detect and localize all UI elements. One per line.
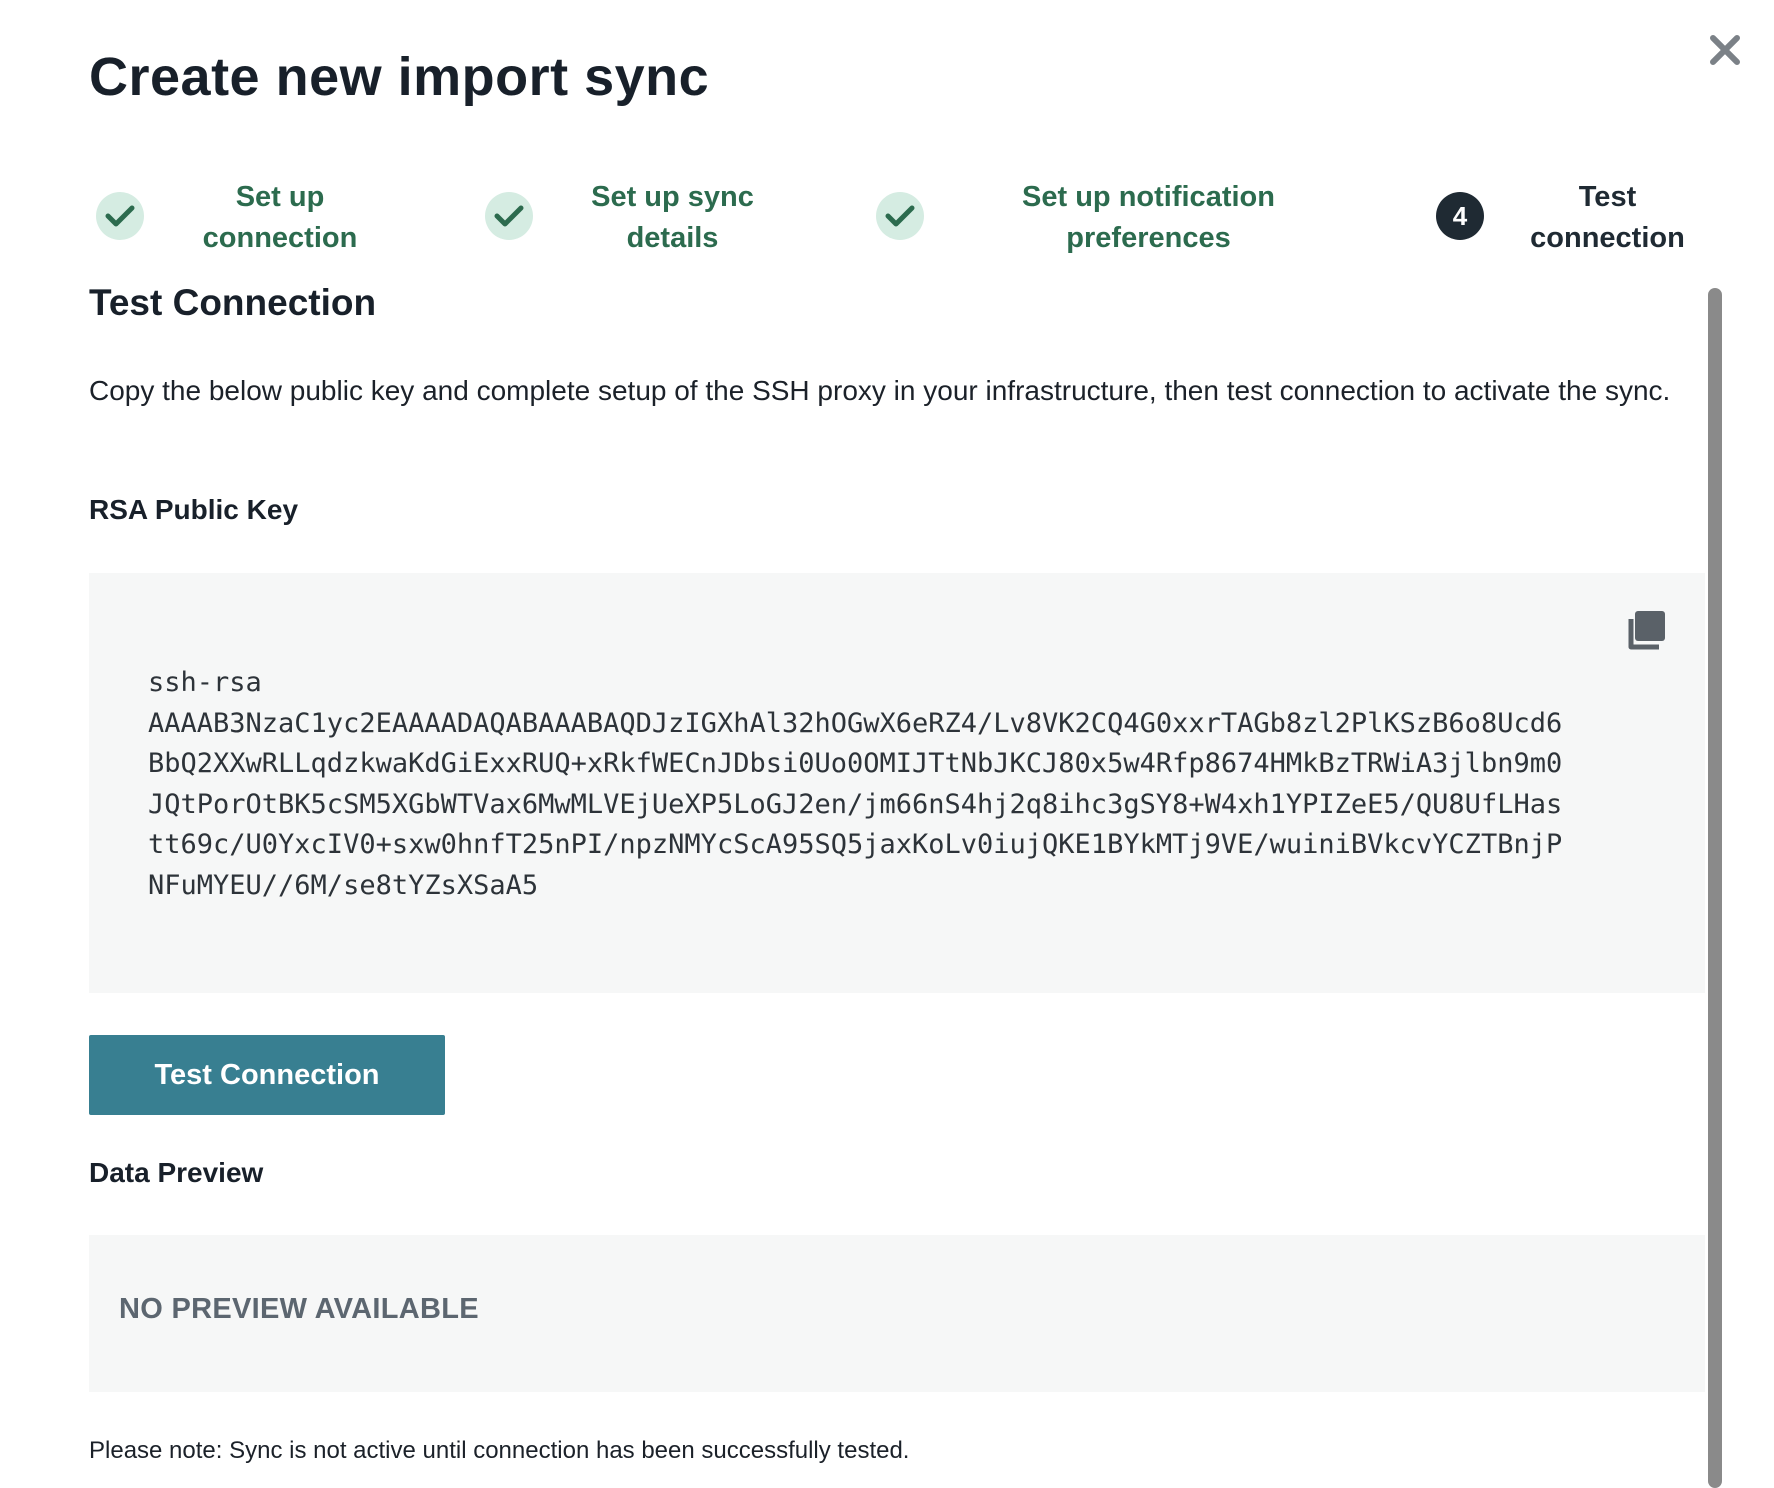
check-icon	[876, 192, 924, 240]
step-label: Set up connection	[202, 181, 358, 254]
rsa-key-label: RSA Public Key	[89, 494, 299, 525]
sync-note: Please note: Sync is not active until co…	[89, 1437, 910, 1464]
data-preview-label: Data Preview	[89, 1157, 264, 1188]
rsa-key-panel: ssh-rsa AAAAB3NzaC1yc2EAAAADAQABAAABAQDJ…	[89, 573, 1705, 993]
test-connection-button[interactable]: Test Connection	[89, 1035, 445, 1115]
dialog-title: Create new import sync	[89, 47, 710, 107]
step-label: Test connection	[1530, 181, 1685, 254]
section-description: Copy the below public key and complete s…	[89, 375, 1671, 406]
rsa-public-key[interactable]: ssh-rsa AAAAB3NzaC1yc2EAAAADAQABAAABAQDJ…	[148, 663, 1568, 906]
copy-icon[interactable]	[1625, 609, 1667, 651]
section-title: Test Connection	[89, 282, 377, 323]
no-preview-text: NO PREVIEW AVAILABLE	[119, 1293, 479, 1325]
scrollbar-thumb[interactable]	[1708, 288, 1722, 1488]
close-icon[interactable]	[1705, 30, 1745, 70]
step-number-badge: 4	[1436, 192, 1484, 240]
step-label: Set up sync details	[591, 181, 754, 254]
check-icon	[485, 192, 533, 240]
scrollbar[interactable]	[1708, 288, 1722, 1488]
check-icon	[96, 192, 144, 240]
step-label: Set up notification preferences	[1022, 181, 1275, 254]
data-preview-panel: NO PREVIEW AVAILABLE	[89, 1235, 1705, 1392]
